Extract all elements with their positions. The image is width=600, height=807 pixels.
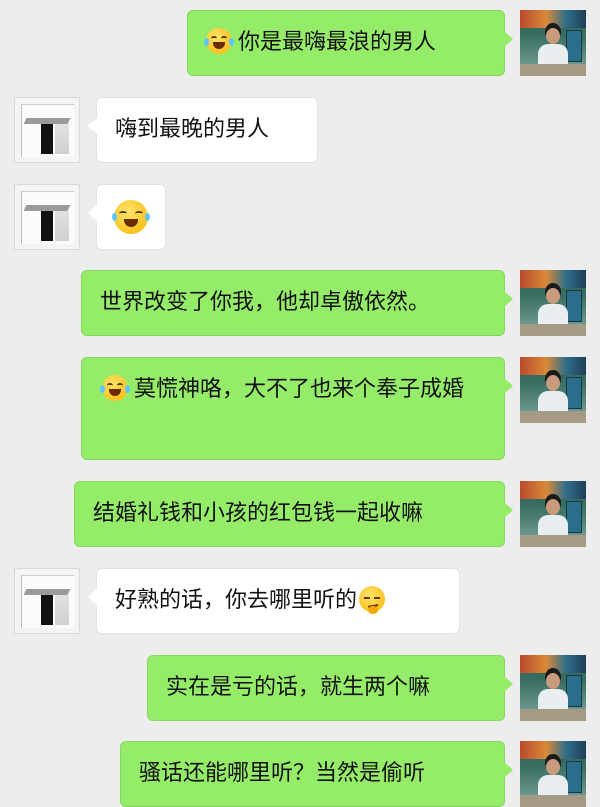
friend-avatar[interactable] xyxy=(14,97,80,163)
message-text: 你是最嗨最浪的男人 xyxy=(238,30,437,55)
laughing-crying-emoji-icon xyxy=(204,28,234,54)
my-avatar[interactable] xyxy=(520,655,586,721)
message-bubble[interactable]: 莫慌神咯，大不了也来个奉子成婚 xyxy=(81,357,513,460)
message-text: 实在是亏的话，就生两个嘛 xyxy=(166,675,431,700)
my-avatar[interactable] xyxy=(520,270,586,336)
message-bubble[interactable]: 世界改变了你我，他却卓傲依然。 xyxy=(81,270,513,336)
friend-avatar[interactable] xyxy=(14,184,80,250)
message-bubble[interactable]: 你是最嗨最浪的男人 xyxy=(187,10,513,76)
my-avatar[interactable] xyxy=(520,741,586,807)
my-avatar[interactable] xyxy=(520,357,586,423)
thinking-smirk-emoji-icon xyxy=(359,586,386,614)
message-text: 结婚礼钱和小孩的红包钱一起收嘛 xyxy=(93,501,424,526)
my-avatar[interactable] xyxy=(520,481,586,547)
message-bubble[interactable]: 实在是亏的话，就生两个嘛 xyxy=(147,655,513,721)
message-bubble[interactable]: 嗨到最晚的男人 xyxy=(88,97,318,163)
message-text: 嗨到最晚的男人 xyxy=(115,117,270,142)
message-text: 好熟的话，你去哪里听的 xyxy=(115,588,358,613)
friend-avatar[interactable] xyxy=(14,568,80,634)
facepalm-laughing-emoji-icon xyxy=(112,200,150,234)
message-text: 莫慌神咯，大不了也来个奉子成婚 xyxy=(134,377,465,402)
message-text: 世界改变了你我，他却卓傲依然。 xyxy=(100,290,431,315)
message-text: 骚话还能哪里听？当然是偷听 xyxy=(139,761,426,786)
message-bubble[interactable]: 骚话还能哪里听？当然是偷听 xyxy=(120,741,513,807)
message-bubble[interactable] xyxy=(88,184,166,250)
laughing-crying-emoji-icon xyxy=(100,375,130,401)
message-bubble[interactable]: 好熟的话，你去哪里听的 xyxy=(88,568,460,634)
my-avatar[interactable] xyxy=(520,10,586,76)
message-bubble[interactable]: 结婚礼钱和小孩的红包钱一起收嘛 xyxy=(74,481,513,547)
